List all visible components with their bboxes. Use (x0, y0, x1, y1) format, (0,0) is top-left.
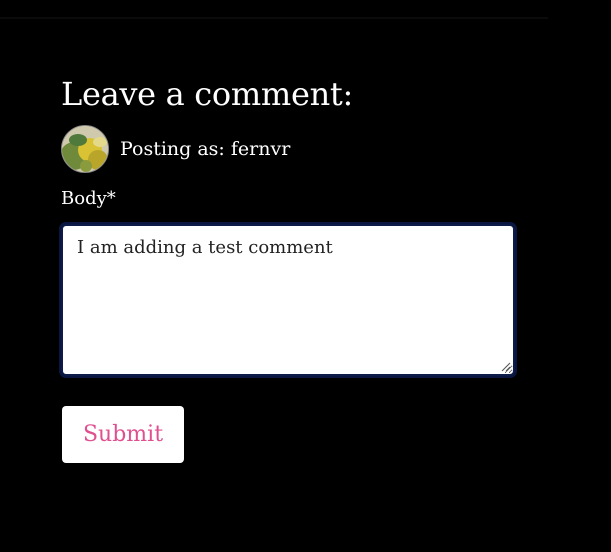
submit-button[interactable]: Submit (62, 406, 184, 463)
user-avatar-icon (61, 125, 109, 173)
body-label: Body* (61, 188, 116, 209)
comment-form: Leave a comment: Posting as: fernvr Body… (59, 72, 531, 463)
posting-as-text: Posting as: fernvr (120, 138, 291, 160)
top-divider (0, 17, 548, 19)
form-heading: Leave a comment: (61, 75, 353, 113)
comment-body-textarea[interactable]: I am adding a test comment (59, 222, 517, 378)
poster-info: Posting as: fernvr (61, 124, 290, 174)
